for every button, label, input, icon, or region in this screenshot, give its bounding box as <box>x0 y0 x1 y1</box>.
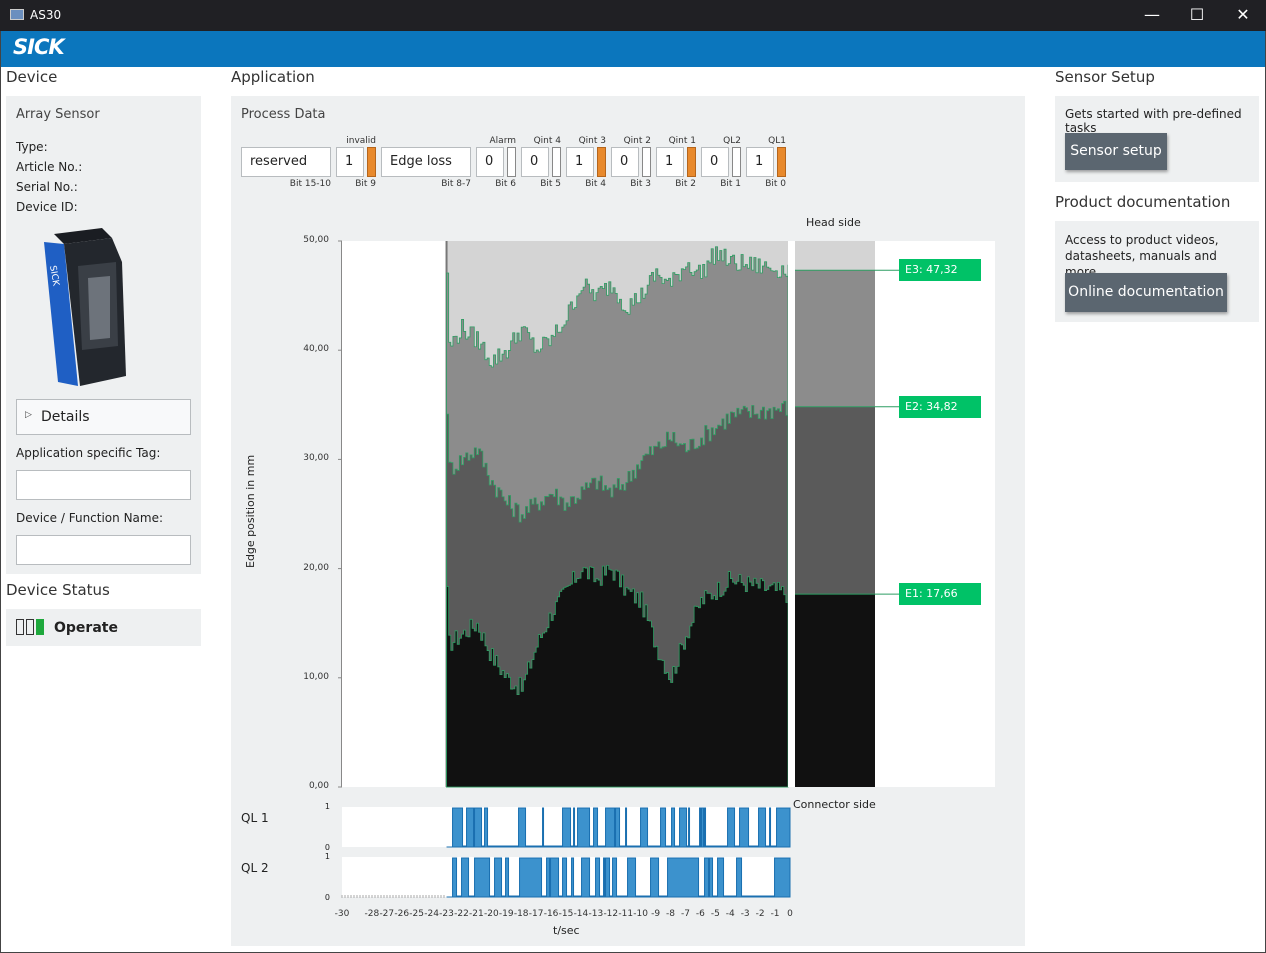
product-doc-panel: Access to product videos, datasheets, ma… <box>1055 221 1259 322</box>
edge-value-label: E1: 17,66 mm <box>899 583 981 622</box>
y-tick-label: 10,00 <box>303 671 329 682</box>
sensor-setup-button[interactable]: Sensor setup <box>1065 133 1167 170</box>
side-level-1 <box>795 406 875 595</box>
sensor-setup-heading: Sensor Setup <box>1055 68 1155 86</box>
side-level-0 <box>795 270 875 407</box>
side-level-2 <box>795 594 875 787</box>
y-tick-label: 20,00 <box>303 562 329 573</box>
edge-value-label: E3: 47,32 mm <box>899 259 981 298</box>
x-tick-label: 0 <box>787 909 793 919</box>
sensor-setup-description: Gets started with pre-defined tasks <box>1065 107 1242 135</box>
edge-value-label: E2: 34,82 mm <box>899 395 981 435</box>
product-doc-heading: Product documentation <box>1055 193 1231 211</box>
x-tick-label: -30 <box>334 909 350 919</box>
sensor-setup-panel: Gets started with pre-defined tasks Sens… <box>1055 96 1259 182</box>
y-tick-label: 40,00 <box>303 344 329 355</box>
y-tick-label: 0,00 <box>308 781 329 791</box>
y-tick-label: 30,00 <box>303 453 329 464</box>
plot-gap <box>788 241 793 787</box>
y-tick-label: 50,00 <box>303 235 329 245</box>
online-documentation-button[interactable]: Online documentation <box>1065 273 1227 312</box>
